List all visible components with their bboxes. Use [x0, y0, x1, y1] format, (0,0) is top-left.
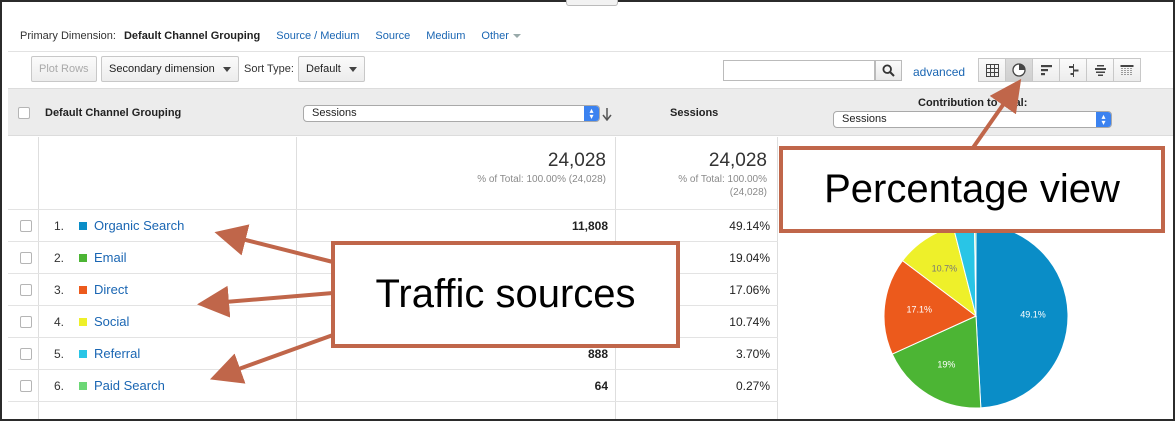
arrow-to-pie-view [968, 78, 1022, 154]
arrow-to-direct [197, 285, 334, 318]
traffic-sources-callout: Traffic sources [331, 241, 680, 348]
percentage-view-callout: Percentage view [779, 146, 1165, 233]
arrow-to-organic-search [214, 224, 334, 264]
arrow-to-paid-search [209, 333, 334, 384]
